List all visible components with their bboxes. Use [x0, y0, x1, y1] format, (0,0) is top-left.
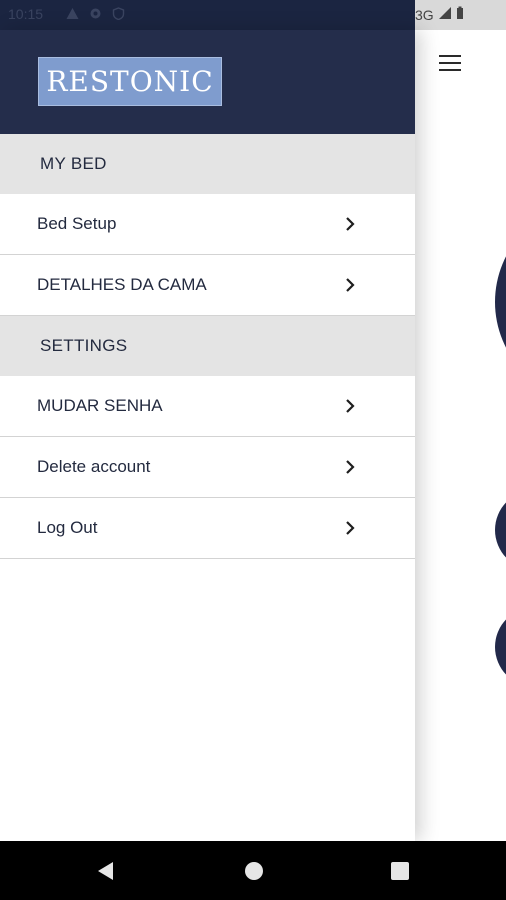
circle-button-1[interactable] — [495, 490, 506, 570]
menu-item-label: MUDAR SENHA — [37, 396, 163, 415]
main-circle-graphic[interactable] — [495, 202, 506, 402]
drawer-header: RESTONIC — [0, 30, 415, 134]
chevron-right-icon — [346, 217, 355, 231]
status-notification-icons — [66, 7, 125, 21]
menu-item-label: DETALHES DA CAMA — [37, 275, 207, 294]
app-content — [415, 30, 506, 841]
chevron-right-icon — [346, 460, 355, 474]
signal-icon — [438, 6, 452, 23]
restonic-logo: RESTONIC — [38, 57, 222, 106]
menu-item-bed-setup[interactable]: Bed Setup — [0, 194, 415, 255]
home-icon[interactable] — [243, 860, 265, 882]
menu-item-label: Log Out — [37, 518, 98, 537]
menu-item-detalhes-da-cama[interactable]: DETALHES DA CAMA — [0, 255, 415, 316]
chevron-right-icon — [346, 521, 355, 535]
section-header-my-bed: MY BED — [0, 134, 415, 194]
battery-icon — [456, 6, 464, 23]
chevron-right-icon — [346, 399, 355, 413]
recents-icon[interactable] — [389, 860, 411, 882]
settings-notification-icon — [89, 7, 102, 20]
navigation-drawer: RESTONIC MY BED Bed Setup DETALHES DA CA… — [0, 30, 415, 841]
menu-item-delete-account[interactable]: Delete account — [0, 437, 415, 498]
system-nav-bar — [0, 841, 506, 900]
section-header-settings: SETTINGS — [0, 316, 415, 376]
menu-item-log-out[interactable]: Log Out — [0, 498, 415, 559]
back-icon[interactable] — [95, 860, 117, 882]
warning-icon — [66, 7, 79, 20]
menu-item-label: Bed Setup — [37, 214, 117, 233]
menu-item-label: Delete account — [37, 457, 151, 476]
circle-button-2[interactable] — [495, 607, 506, 687]
network-type: 3G — [415, 6, 434, 23]
status-time: 10:15 — [8, 6, 44, 22]
status-bar-right: 3G — [415, 0, 506, 30]
chevron-right-icon — [346, 278, 355, 292]
menu-item-mudar-senha[interactable]: MUDAR SENHA — [0, 376, 415, 437]
logo-text: RESTONIC — [46, 65, 214, 98]
shield-icon — [112, 7, 125, 21]
hamburger-icon[interactable] — [439, 55, 461, 73]
